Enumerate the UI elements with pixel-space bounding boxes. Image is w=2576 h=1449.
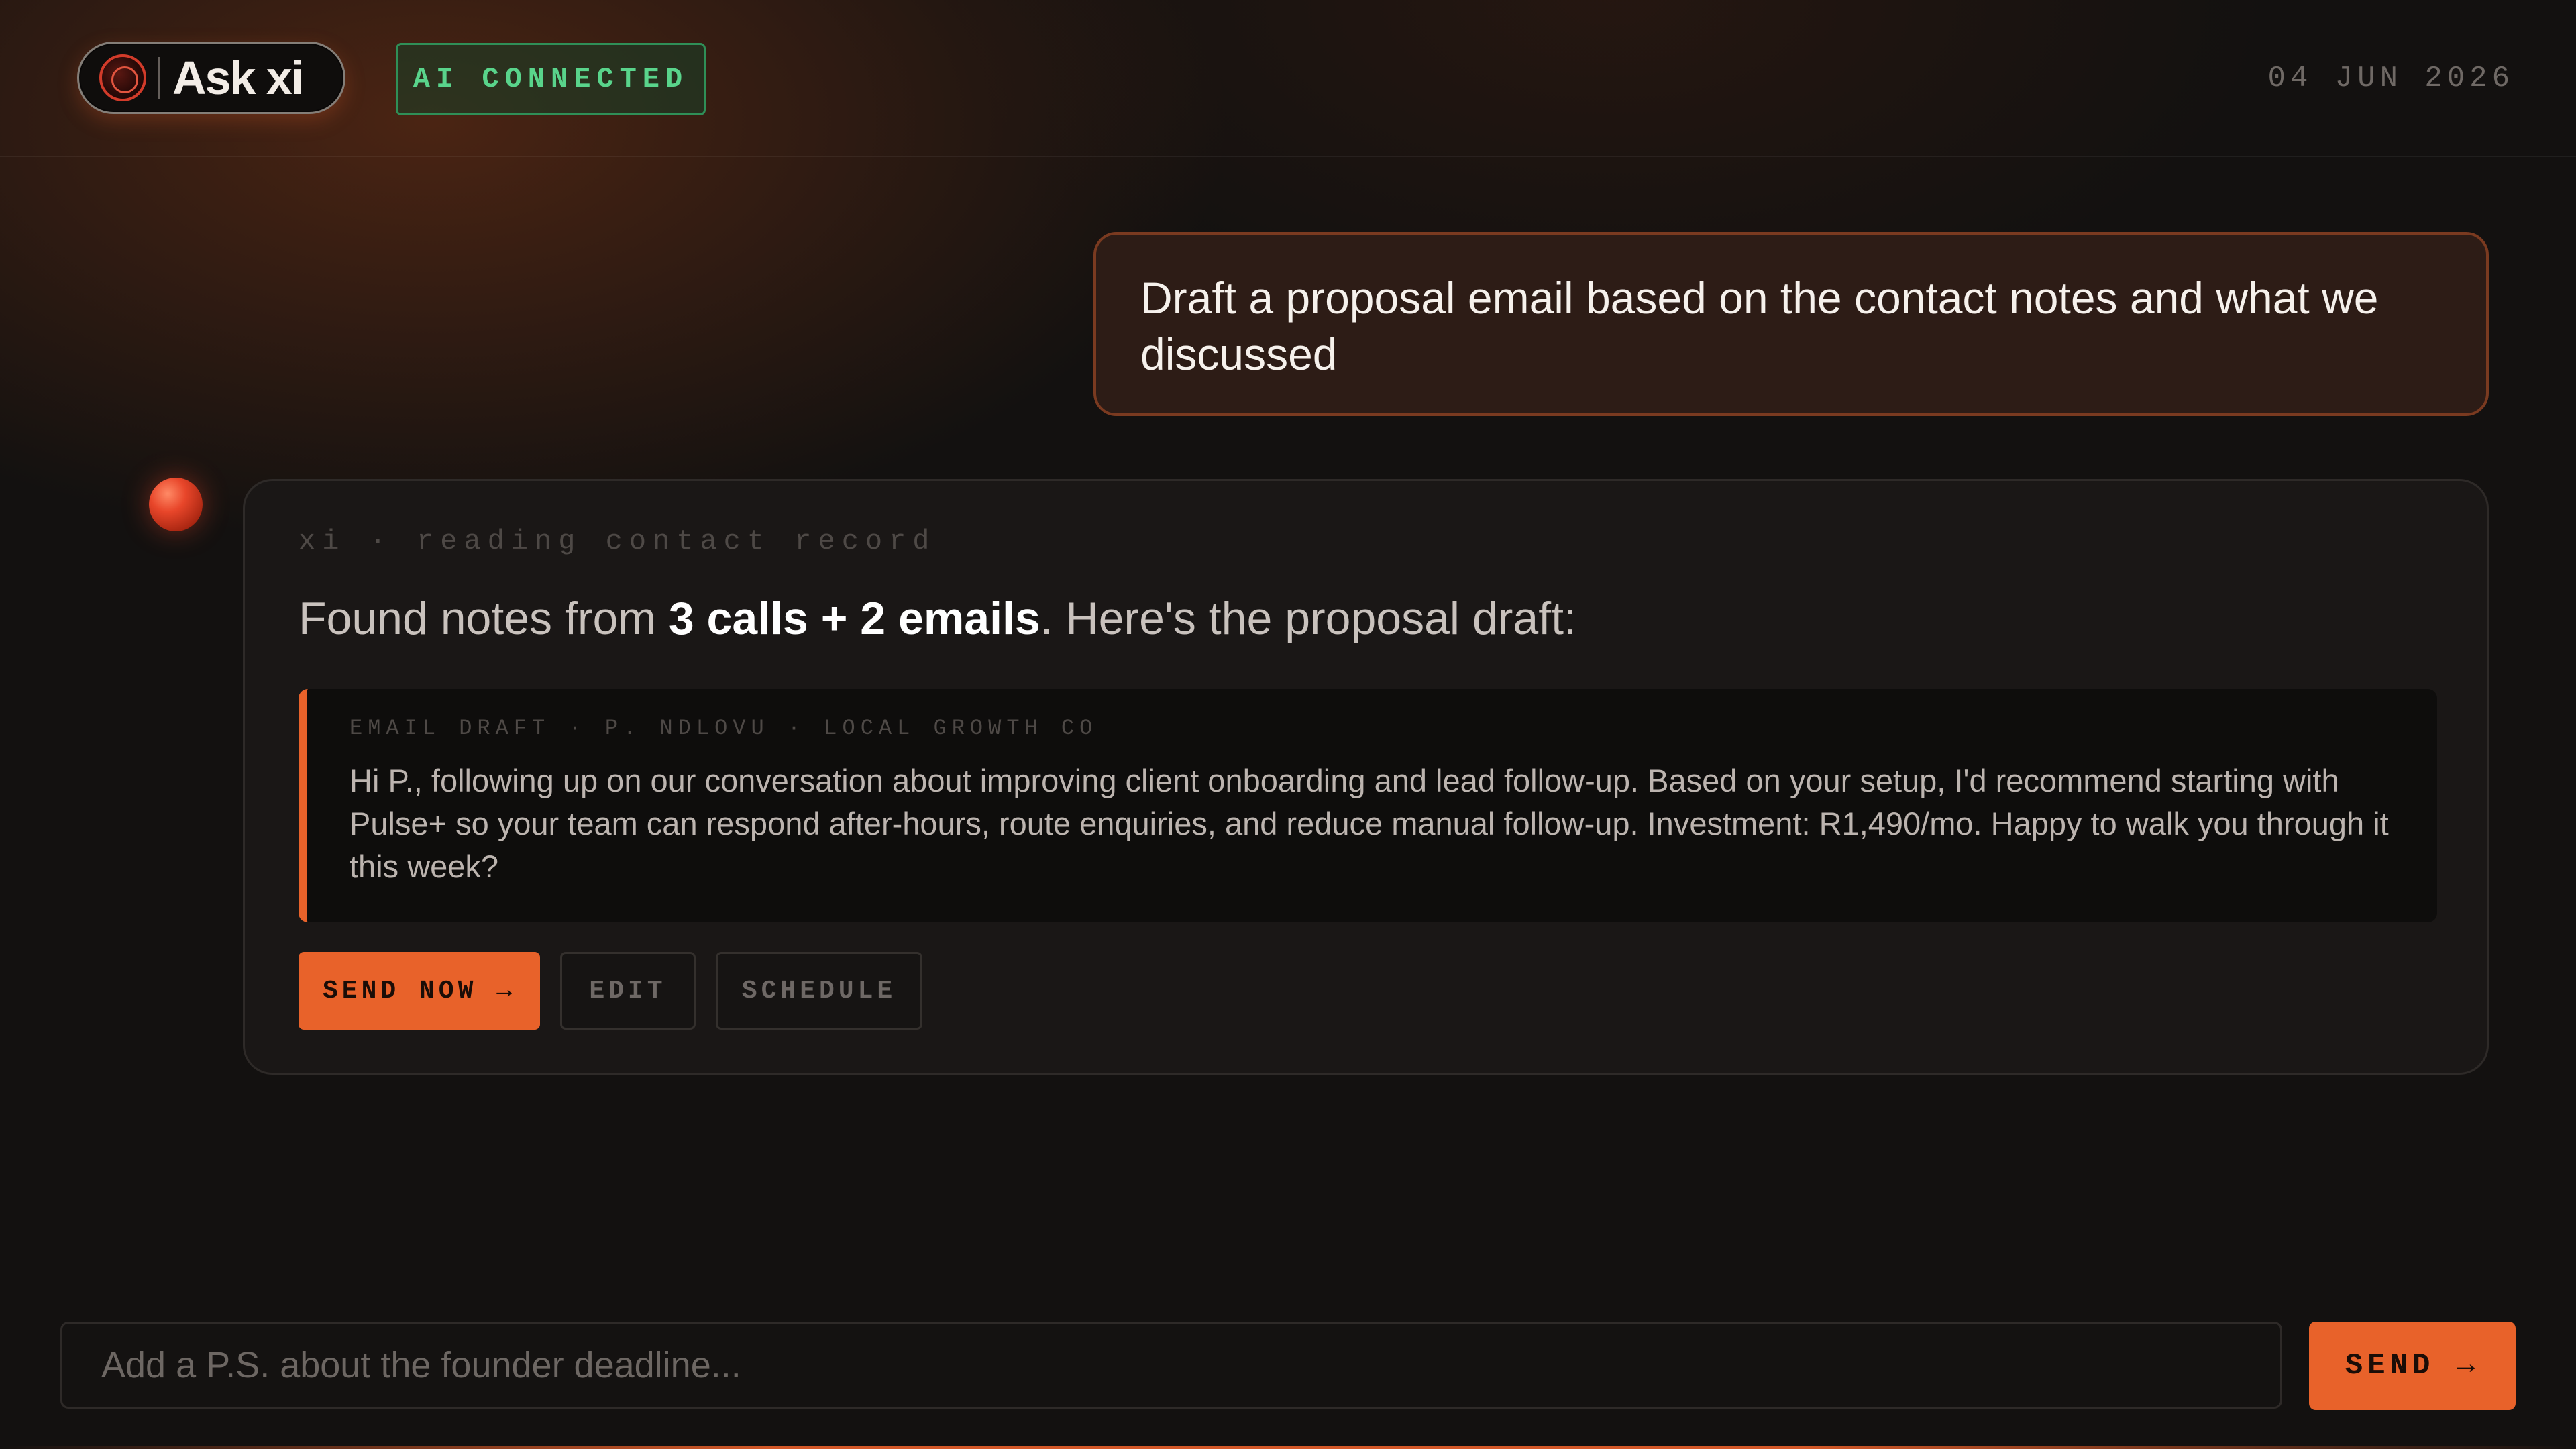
app-header: Ask xi AI CONNECTED 04 JUN 2026 (0, 0, 2576, 157)
header-date: 04 JUN 2026 (2267, 62, 2514, 95)
message-input[interactable] (101, 1344, 2280, 1386)
send-button[interactable]: SEND → (2309, 1322, 2516, 1410)
email-draft-box: EMAIL DRAFT · P. NDLOVU · LOCAL GROWTH C… (299, 689, 2437, 922)
orb-logo-icon (99, 54, 146, 101)
bottom-accent-line (0, 1446, 2576, 1449)
ai-response-text: Found notes from 3 calls + 2 emails. Her… (299, 592, 1576, 645)
draft-actions: SEND NOW → EDIT SCHEDULE (299, 952, 922, 1030)
app-name: Ask xi (172, 52, 304, 104)
ai-intro-before: Found notes from (299, 593, 669, 644)
ai-intro-after: . Here's the proposal draft: (1040, 593, 1576, 644)
ai-orb-icon (149, 478, 203, 531)
logo-divider (158, 57, 160, 99)
user-message-bubble: Draft a proposal email based on the cont… (1093, 232, 2489, 416)
ai-status-meta: xi · reading contact record (299, 525, 936, 557)
email-draft-body: Hi P., following up on our conversation … (350, 763, 2389, 884)
edit-button[interactable]: EDIT (560, 952, 696, 1030)
message-composer (60, 1322, 2282, 1409)
email-draft-label: EMAIL DRAFT · P. NDLOVU · LOCAL GROWTH C… (350, 716, 1098, 741)
ai-response-card: xi · reading contact record Found notes … (243, 479, 2489, 1075)
schedule-button[interactable]: SCHEDULE (716, 952, 922, 1030)
send-now-button[interactable]: SEND NOW → (299, 952, 540, 1030)
app-logo[interactable]: Ask xi (77, 42, 345, 114)
ai-status-badge: AI CONNECTED (396, 43, 706, 115)
ai-intro-highlight: 3 calls + 2 emails (668, 593, 1040, 644)
